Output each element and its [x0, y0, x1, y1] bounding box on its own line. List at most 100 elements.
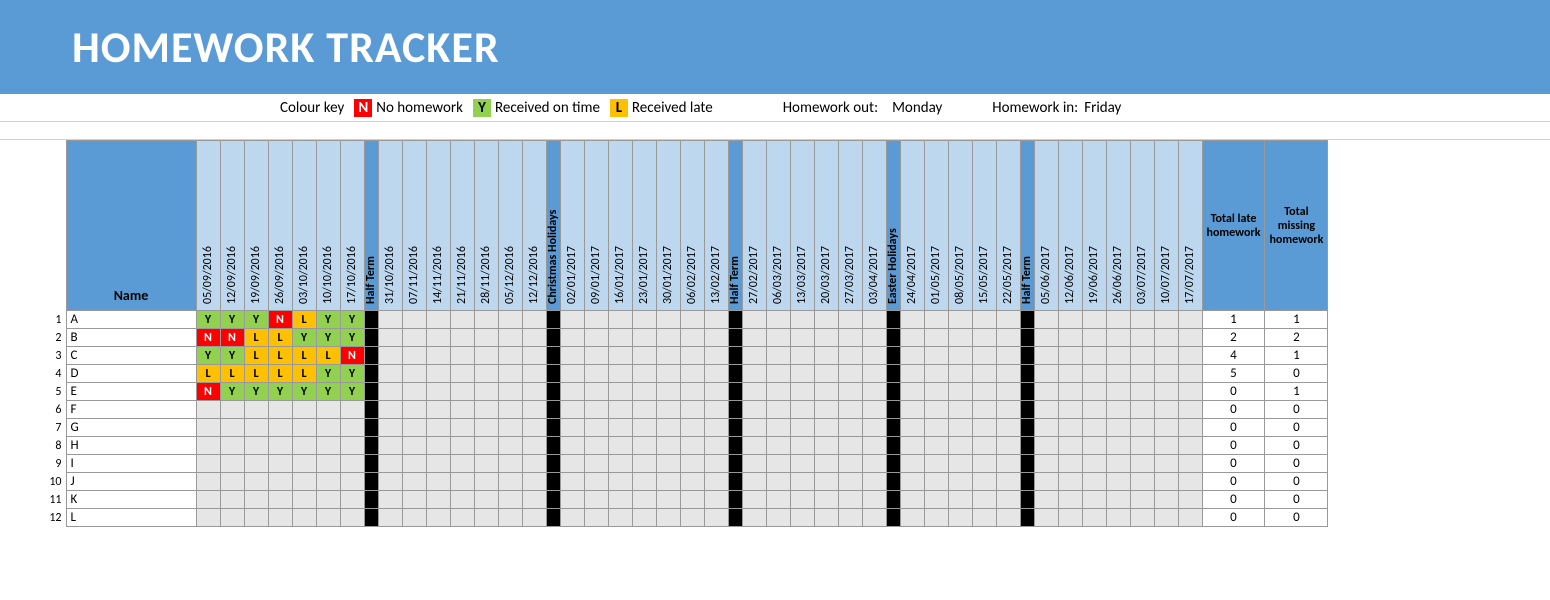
homework-cell[interactable]: [766, 491, 790, 509]
homework-cell[interactable]: [584, 509, 608, 527]
homework-cell[interactable]: [1058, 419, 1082, 437]
homework-cell[interactable]: [1106, 419, 1130, 437]
homework-cell[interactable]: [340, 509, 364, 527]
homework-cell[interactable]: [1082, 401, 1106, 419]
homework-cell[interactable]: [1130, 311, 1154, 329]
homework-cell[interactable]: N: [268, 311, 292, 329]
homework-cell[interactable]: [1082, 473, 1106, 491]
homework-cell[interactable]: [244, 473, 268, 491]
homework-cell[interactable]: [838, 473, 862, 491]
homework-cell[interactable]: [608, 311, 632, 329]
homework-cell[interactable]: [560, 491, 584, 509]
homework-cell[interactable]: [1058, 509, 1082, 527]
homework-cell[interactable]: [900, 491, 924, 509]
homework-cell[interactable]: [1154, 509, 1178, 527]
homework-cell[interactable]: [948, 473, 972, 491]
homework-cell[interactable]: [862, 455, 886, 473]
homework-cell[interactable]: [632, 419, 656, 437]
homework-cell[interactable]: [704, 383, 728, 401]
homework-cell[interactable]: [220, 491, 244, 509]
homework-cell[interactable]: [838, 419, 862, 437]
homework-cell[interactable]: [790, 419, 814, 437]
homework-cell[interactable]: [900, 455, 924, 473]
homework-cell[interactable]: [522, 419, 546, 437]
homework-cell[interactable]: [996, 491, 1020, 509]
homework-cell[interactable]: [814, 347, 838, 365]
homework-cell[interactable]: [704, 311, 728, 329]
homework-cell[interactable]: Y: [316, 383, 340, 401]
homework-cell[interactable]: [402, 401, 426, 419]
homework-cell[interactable]: Y: [340, 383, 364, 401]
homework-cell[interactable]: [790, 509, 814, 527]
homework-cell[interactable]: [426, 509, 450, 527]
homework-cell[interactable]: [498, 491, 522, 509]
homework-cell[interactable]: [948, 311, 972, 329]
homework-cell[interactable]: [1178, 491, 1202, 509]
homework-cell[interactable]: [790, 347, 814, 365]
homework-cell[interactable]: [450, 329, 474, 347]
homework-cell[interactable]: [196, 509, 220, 527]
homework-cell[interactable]: [1130, 455, 1154, 473]
homework-cell[interactable]: [656, 473, 680, 491]
homework-cell[interactable]: [1106, 401, 1130, 419]
homework-cell[interactable]: [1058, 329, 1082, 347]
homework-cell[interactable]: Y: [292, 383, 316, 401]
homework-cell[interactable]: [838, 311, 862, 329]
homework-cell[interactable]: [522, 509, 546, 527]
homework-cell[interactable]: [924, 419, 948, 437]
homework-cell[interactable]: [1082, 455, 1106, 473]
student-name-cell[interactable]: J: [66, 473, 196, 491]
homework-cell[interactable]: [632, 329, 656, 347]
homework-cell[interactable]: [742, 365, 766, 383]
homework-cell[interactable]: Y: [292, 329, 316, 347]
homework-cell[interactable]: [292, 509, 316, 527]
homework-cell[interactable]: [316, 473, 340, 491]
homework-cell[interactable]: [632, 437, 656, 455]
homework-cell[interactable]: [474, 365, 498, 383]
homework-cell[interactable]: [1106, 437, 1130, 455]
homework-cell[interactable]: [814, 329, 838, 347]
homework-cell[interactable]: [316, 437, 340, 455]
homework-cell[interactable]: [632, 311, 656, 329]
homework-cell[interactable]: [378, 473, 402, 491]
homework-cell[interactable]: [1154, 329, 1178, 347]
homework-cell[interactable]: [522, 311, 546, 329]
homework-cell[interactable]: [862, 491, 886, 509]
homework-cell[interactable]: [996, 311, 1020, 329]
homework-cell[interactable]: [948, 383, 972, 401]
homework-cell[interactable]: [196, 455, 220, 473]
homework-cell[interactable]: [862, 401, 886, 419]
homework-cell[interactable]: [220, 473, 244, 491]
homework-cell[interactable]: [426, 437, 450, 455]
homework-cell[interactable]: [1130, 491, 1154, 509]
homework-cell[interactable]: [656, 401, 680, 419]
homework-cell[interactable]: [608, 437, 632, 455]
homework-cell[interactable]: [742, 311, 766, 329]
homework-cell[interactable]: [498, 383, 522, 401]
homework-cell[interactable]: [1106, 329, 1130, 347]
homework-cell[interactable]: [220, 509, 244, 527]
homework-cell[interactable]: [1082, 329, 1106, 347]
homework-cell[interactable]: [450, 365, 474, 383]
homework-cell[interactable]: [838, 347, 862, 365]
homework-cell[interactable]: [340, 455, 364, 473]
homework-cell[interactable]: [972, 401, 996, 419]
homework-cell[interactable]: [608, 329, 632, 347]
homework-cell[interactable]: [632, 509, 656, 527]
homework-cell[interactable]: [680, 437, 704, 455]
homework-cell[interactable]: [996, 401, 1020, 419]
homework-cell[interactable]: [766, 383, 790, 401]
homework-cell[interactable]: [766, 509, 790, 527]
homework-cell[interactable]: [742, 419, 766, 437]
homework-cell[interactable]: [838, 401, 862, 419]
homework-cell[interactable]: [340, 401, 364, 419]
homework-cell[interactable]: [972, 383, 996, 401]
homework-cell[interactable]: Y: [340, 365, 364, 383]
homework-cell[interactable]: [292, 455, 316, 473]
homework-cell[interactable]: [378, 419, 402, 437]
homework-cell[interactable]: [766, 311, 790, 329]
homework-cell[interactable]: [196, 401, 220, 419]
homework-cell[interactable]: [498, 473, 522, 491]
homework-cell[interactable]: [584, 473, 608, 491]
homework-cell[interactable]: [1178, 419, 1202, 437]
